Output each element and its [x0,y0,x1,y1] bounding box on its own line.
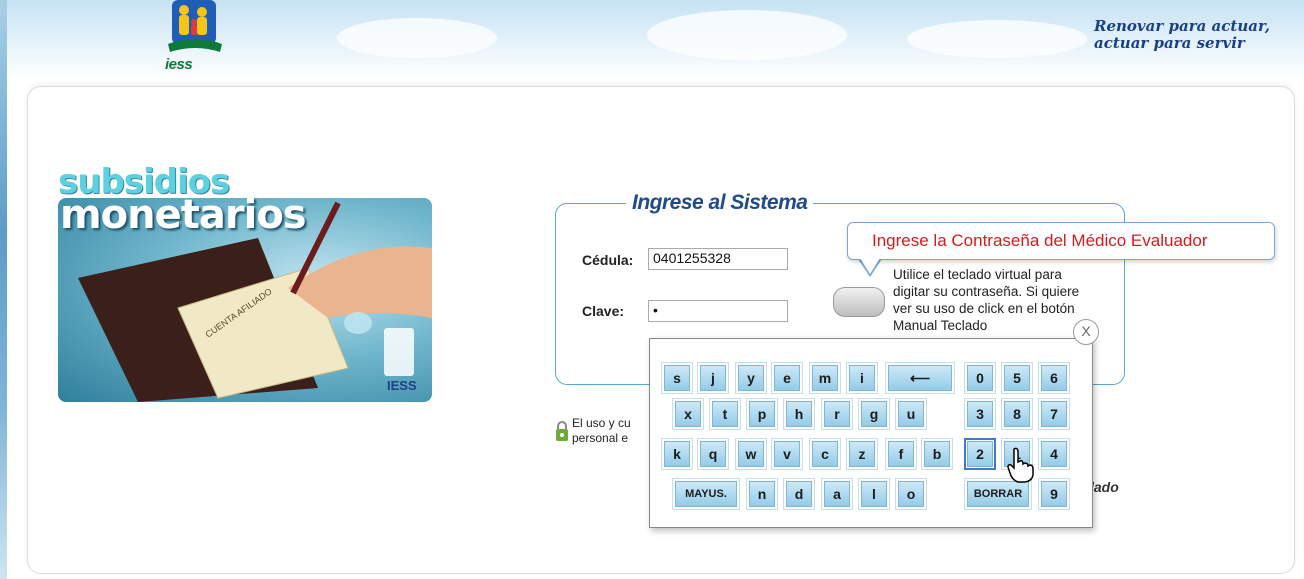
lock-icon [556,421,568,441]
key-t[interactable]: t [709,398,741,430]
key-0[interactable]: 0 [964,362,996,394]
key-p[interactable]: p [746,398,778,430]
key-u[interactable]: u [895,398,927,430]
cloud-decoration [337,18,497,58]
privacy-note: El uso y cu personal e [572,416,631,446]
manual-teclado-link[interactable]: lado [1090,479,1119,495]
logo-text: iess [165,56,193,73]
key-4[interactable]: 4 [1038,438,1070,470]
slogan-line: actuar para servir [1094,34,1245,52]
virtual-keyboard-icon[interactable] [833,287,885,317]
hand-cursor-icon [1007,447,1034,483]
clave-label: Clave: [582,303,625,319]
privacy-note-line: El uso y cu [572,416,631,430]
key-8[interactable]: 8 [1001,398,1033,430]
key-g[interactable]: g [858,398,890,430]
key-7[interactable]: 7 [1038,398,1070,430]
login-legend: Ingrese al Sistema [626,191,814,215]
cloud-decoration [907,20,1087,58]
key-c[interactable]: c [809,438,841,470]
key-q[interactable]: q [697,438,729,470]
key-w[interactable]: w [735,438,767,470]
borrar-key[interactable]: BORRAR [964,478,1032,510]
key-l[interactable]: l [858,478,890,510]
key-m[interactable]: m [809,362,841,394]
key-9[interactable]: 9 [1038,478,1070,510]
key-a[interactable]: a [821,478,853,510]
key-r[interactable]: r [821,398,853,430]
key-2[interactable]: 2 [964,438,996,470]
privacy-note-line: personal e [572,431,629,445]
banner-title-monetarios: monetarios [60,192,307,238]
key-v[interactable]: v [771,438,803,470]
key-k[interactable]: k [661,438,693,470]
virtual-keyboard: s j y e m i ⟵ 0 5 6 x t p h r g u 3 8 7 … [649,338,1093,528]
key-x[interactable]: x [672,398,704,430]
clave-input[interactable]: • [648,300,788,322]
keyboard-close-button[interactable]: X [1073,319,1099,345]
key-b[interactable]: b [921,438,953,470]
key-j[interactable]: j [697,362,729,394]
banner-badge-text: IESS [387,378,417,393]
cedula-label: Cédula: [582,252,634,268]
slogan-line: Renovar para actuar, [1094,17,1270,35]
key-6[interactable]: 6 [1038,362,1070,394]
password-callout: Ingrese la Contraseña del Médico Evaluad… [847,222,1275,260]
key-y[interactable]: y [735,362,767,394]
key-z[interactable]: z [846,438,878,470]
key-e[interactable]: e [771,362,803,394]
left-edge-decoration [0,0,7,579]
key-3[interactable]: 3 [964,398,996,430]
key-o[interactable]: o [895,478,927,510]
key-n[interactable]: n [746,478,778,510]
key-h[interactable]: h [783,398,815,430]
key-s[interactable]: s [661,362,693,394]
callout-tail-inner [860,258,880,274]
cedula-input[interactable]: 0401255328 [648,248,788,270]
key-i[interactable]: i [846,362,878,394]
key-d[interactable]: d [783,478,815,510]
key-5[interactable]: 5 [1001,362,1033,394]
slogan: Renovar para actuar, actuar para servir [1094,18,1270,52]
mayus-key[interactable]: MAYUS. [672,478,740,510]
key-f[interactable]: f [885,438,917,470]
backspace-key[interactable]: ⟵ [885,362,955,394]
keyboard-help-text: Utilice el teclado virtual para digitar … [893,267,1080,333]
cloud-decoration [647,10,847,60]
